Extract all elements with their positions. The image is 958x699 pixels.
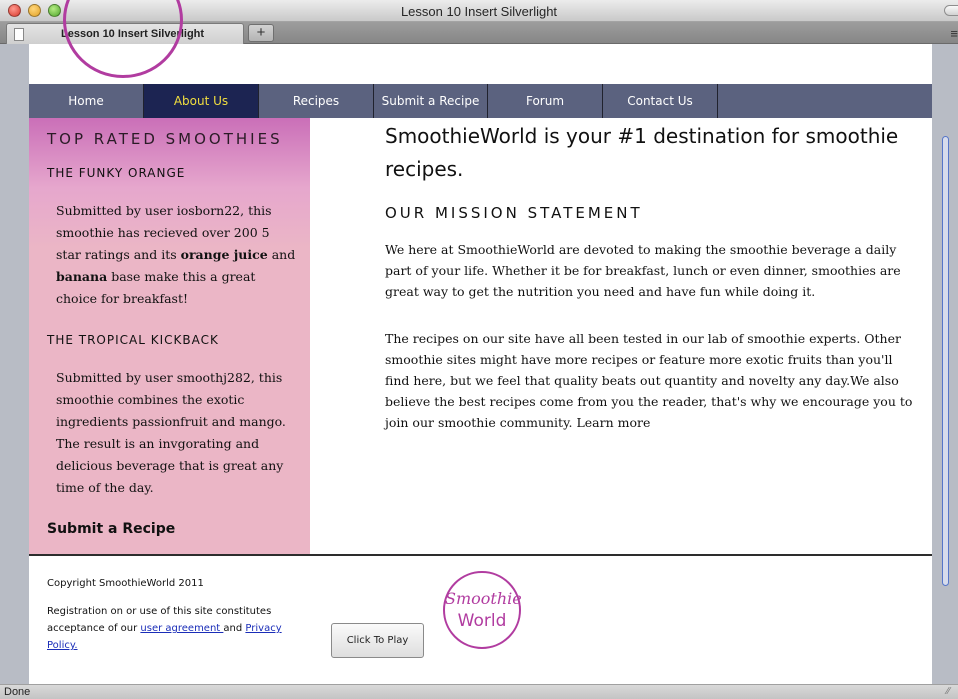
- logo-text-world: World: [457, 611, 507, 631]
- resize-grip-icon[interactable]: ∕∕: [947, 686, 950, 697]
- main-navigation: Home About Us Recipes Submit a Recipe Fo…: [29, 84, 932, 118]
- smoothie-title-tropical-kickback: THE TROPICAL KICKBACK: [47, 333, 219, 347]
- ingredient-banana: banana: [56, 269, 108, 284]
- toolbar-toggle-button[interactable]: [944, 5, 958, 16]
- scrollbar-thumb[interactable]: [942, 136, 949, 586]
- mission-statement-heading: OUR MISSION STATEMENT: [385, 204, 643, 222]
- ingredient-orange-juice: orange juice: [180, 247, 268, 262]
- nav-item-about-us[interactable]: About Us: [144, 84, 259, 118]
- learn-more-link[interactable]: Learn more: [576, 415, 650, 430]
- vertical-scrollbar[interactable]: [932, 44, 958, 684]
- desc-text: and: [267, 247, 296, 262]
- page-title: SmoothieWorld is your #1 destination for…: [385, 124, 899, 181]
- status-bar: Done ∕∕: [0, 684, 958, 699]
- user-agreement-link[interactable]: user agreement: [140, 623, 223, 634]
- legal-and: and: [223, 623, 246, 634]
- mission-paragraph-2: The recipes on our site have all been te…: [385, 328, 915, 433]
- page-icon: [14, 28, 24, 41]
- nav-item-recipes[interactable]: Recipes: [259, 84, 374, 118]
- silverlight-click-to-play-button[interactable]: Click To Play: [331, 623, 424, 658]
- smoothieworld-logo: Smoothie World: [443, 571, 522, 649]
- sidebar-submit-recipe-link[interactable]: Submit a Recipe: [47, 521, 175, 537]
- logo-text-smoothie: Smoothie: [445, 589, 522, 608]
- tab-overflow-icon[interactable]: ≡: [950, 26, 958, 41]
- sidebar-top-rated: TOP RATED SMOOTHIES THE FUNKY ORANGE Sub…: [29, 118, 310, 554]
- smoothie-title-funky-orange: THE FUNKY ORANGE: [47, 166, 186, 180]
- web-page: Home About Us Recipes Submit a Recipe Fo…: [29, 0, 932, 684]
- nav-item-home[interactable]: Home: [29, 84, 144, 118]
- mission-paragraph-1: We here at SmoothieWorld are devoted to …: [385, 242, 901, 299]
- status-text: Done: [4, 686, 31, 698]
- new-tab-button[interactable]: +: [248, 24, 274, 42]
- browser-viewport: Home About Us Recipes Submit a Recipe Fo…: [0, 0, 958, 684]
- sidebar-heading: TOP RATED SMOOTHIES: [47, 130, 283, 148]
- header-logo[interactable]: [63, 0, 183, 78]
- nav-item-forum[interactable]: Forum: [488, 84, 603, 118]
- footer-legal-text: Registration on or use of this site cons…: [47, 603, 307, 654]
- nav-item-submit-a-recipe[interactable]: Submit a Recipe: [374, 84, 488, 118]
- footer-copyright: Copyright SmoothieWorld 2011: [47, 578, 204, 589]
- nav-item-contact-us[interactable]: Contact Us: [603, 84, 718, 118]
- smoothie-desc-funky-orange: Submitted by user iosborn22, this smooth…: [56, 200, 296, 310]
- smoothie-desc-tropical-kickback: Submitted by user smoothj282, this smoot…: [56, 370, 286, 495]
- footer-divider: [29, 554, 932, 556]
